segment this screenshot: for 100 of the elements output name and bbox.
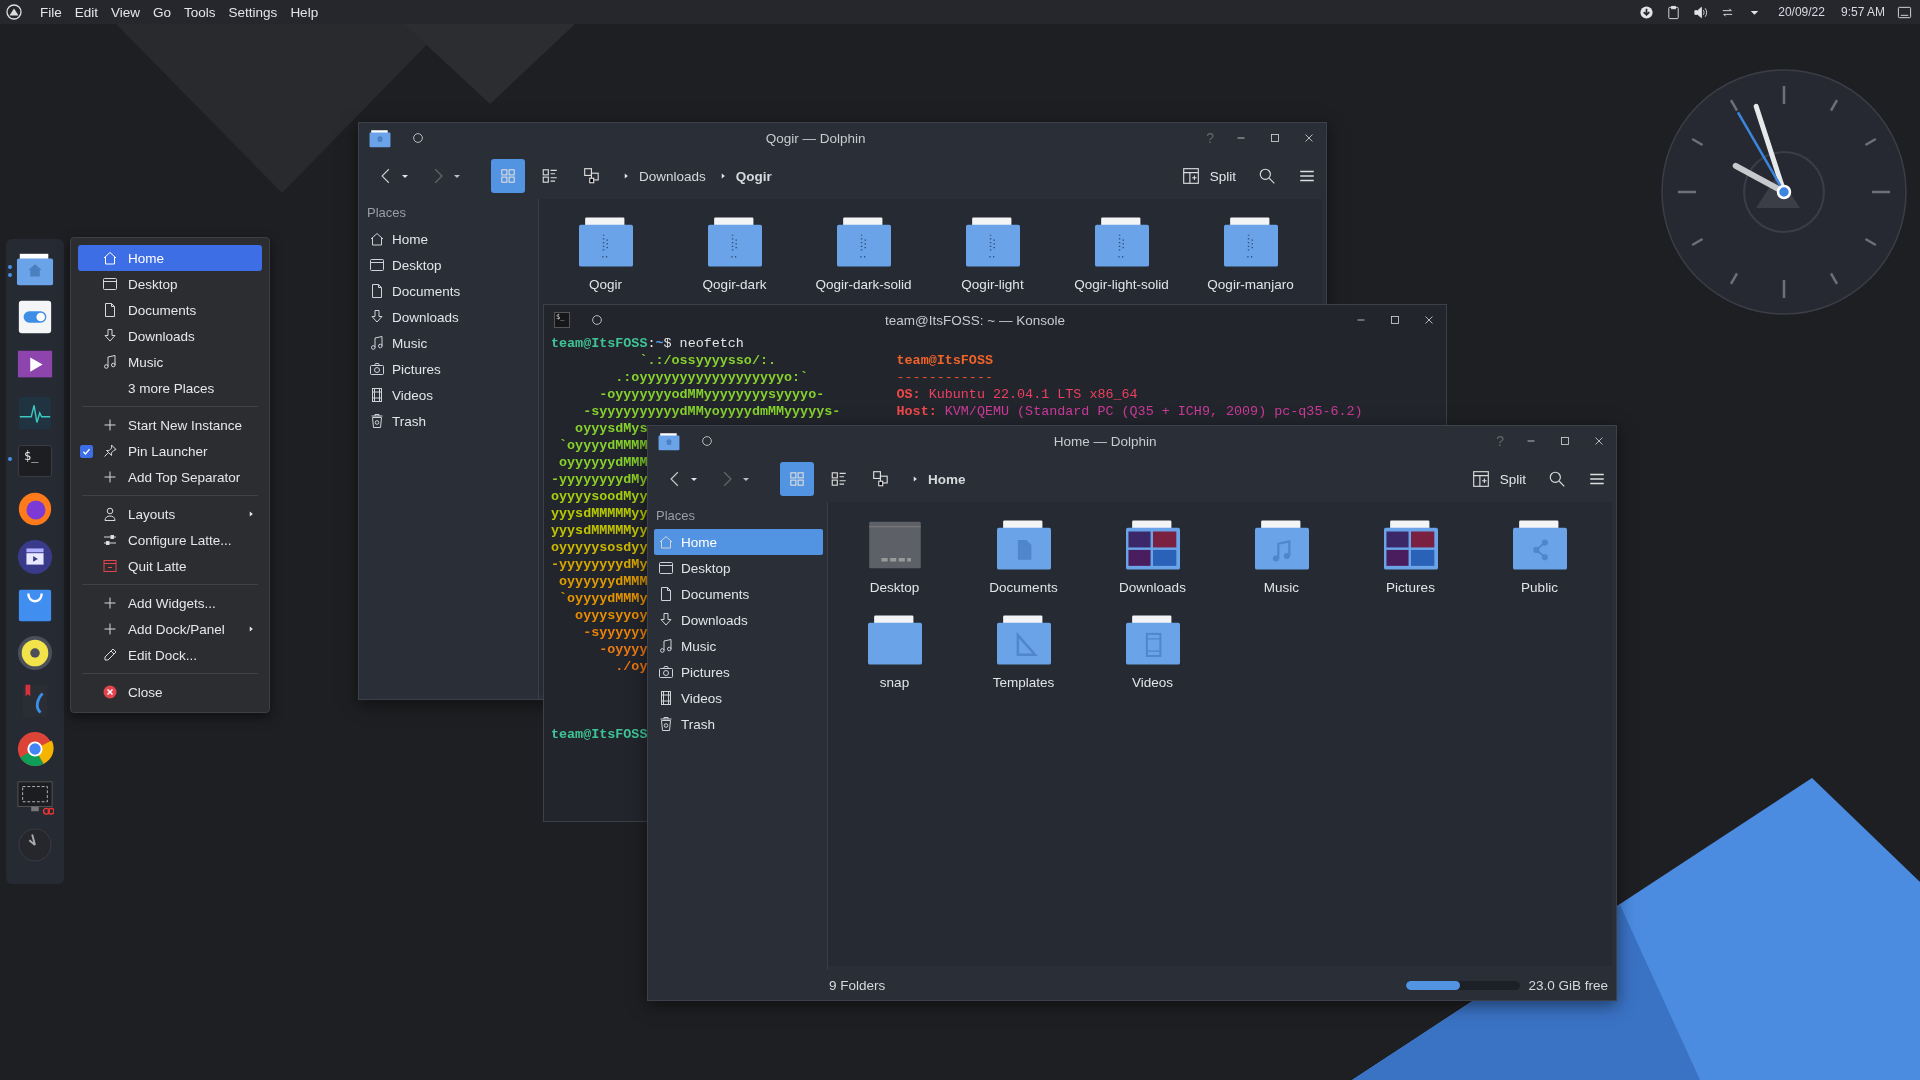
- menu-item[interactable]: Music: [78, 349, 262, 375]
- menu-item[interactable]: Downloads: [78, 323, 262, 349]
- grid-view-icon: [788, 470, 806, 488]
- menu-bar-item[interactable]: Help: [290, 4, 319, 20]
- ascii-art-line: -oyyyy: [598, 641, 648, 658]
- music-note-icon: [102, 354, 118, 370]
- sidebar-item[interactable]: Pictures: [654, 659, 823, 685]
- sidebar-item[interactable]: Videos: [654, 685, 823, 711]
- sidebar-item[interactable]: Documents: [365, 278, 534, 304]
- menu-item[interactable]: Home: [78, 245, 262, 271]
- menu-bar-item[interactable]: Go: [153, 4, 172, 20]
- menu-item[interactable]: Start New Instance: [78, 412, 262, 438]
- sidebar-item[interactable]: Home: [365, 226, 534, 252]
- ascii-art-line: oyyysyyoy: [574, 607, 648, 624]
- maximize-button[interactable]: [1388, 313, 1402, 327]
- browser-icon[interactable]: [16, 730, 54, 768]
- menu-item[interactable]: Layouts: [78, 501, 262, 527]
- pin-icon[interactable]: [411, 131, 425, 145]
- speaker-icon[interactable]: [16, 634, 54, 672]
- volume-icon[interactable]: [1693, 4, 1709, 20]
- folder-item[interactable]: Pictures: [1346, 518, 1475, 595]
- sidebar-item[interactable]: Videos: [365, 382, 534, 408]
- menu-item[interactable]: Quit Latte: [78, 553, 262, 579]
- folder-item[interactable]: Qogir-dark: [670, 215, 799, 292]
- menu-item[interactable]: Close: [78, 679, 262, 705]
- ascii-art-line: -yyyyyyyydMy: [551, 556, 648, 573]
- folder-item[interactable]: Downloads: [1088, 518, 1217, 595]
- sidebar-item[interactable]: Desktop: [654, 555, 823, 581]
- menu-item[interactable]: Documents: [78, 297, 262, 323]
- menu-item[interactable]: 3 more Places: [78, 375, 262, 401]
- menu-bar-item[interactable]: View: [111, 4, 141, 20]
- clock-label[interactable]: 9:57 AM: [1840, 5, 1885, 19]
- camera-icon: [369, 361, 385, 377]
- date-label[interactable]: 20/09/22: [1778, 5, 1825, 19]
- menu-item[interactable]: Desktop: [78, 271, 262, 297]
- folder-item[interactable]: Qogir: [541, 215, 670, 292]
- folder-item[interactable]: Templates: [959, 613, 1088, 690]
- screen-capture-icon[interactable]: [16, 778, 54, 816]
- menu-item[interactable]: Pin Launcher: [78, 438, 262, 464]
- show-desktop-icon[interactable]: [1897, 4, 1912, 20]
- heartbeat-graph-icon[interactable]: [16, 394, 54, 432]
- folder-item[interactable]: Music: [1217, 518, 1346, 595]
- menu-item[interactable]: Add Top Separator: [78, 464, 262, 490]
- search-button[interactable]: [1258, 167, 1276, 185]
- menu-item[interactable]: Add Dock/Panel: [78, 616, 262, 642]
- download-icon[interactable]: [1639, 4, 1655, 20]
- sidebar-item[interactable]: Documents: [654, 581, 823, 607]
- toggle-switch-icon[interactable]: [16, 298, 54, 336]
- sidebar-item[interactable]: Pictures: [365, 356, 534, 382]
- folder-item[interactable]: Qogir-light-solid: [1057, 215, 1186, 292]
- menu-item[interactable]: Edit Dock...: [78, 642, 262, 668]
- folder-item[interactable]: Public: [1475, 518, 1604, 595]
- sidebar-item[interactable]: Downloads: [365, 304, 534, 330]
- folder-icon: [658, 431, 680, 451]
- folder-item[interactable]: Qogir-dark-solid: [799, 215, 928, 292]
- pin-icon[interactable]: [590, 313, 604, 327]
- folder-item[interactable]: Videos: [1088, 613, 1217, 690]
- clipboard-icon[interactable]: [1666, 4, 1682, 20]
- menu-bar-item[interactable]: File: [40, 4, 62, 20]
- document-icon: [658, 586, 674, 602]
- ascii-art-line: oyyyyyydMMM: [558, 573, 648, 590]
- menu-item[interactable]: Configure Latte...: [78, 527, 262, 553]
- search-button[interactable]: [1548, 470, 1566, 488]
- sidebar-item[interactable]: Music: [365, 330, 534, 356]
- clock-icon[interactable]: [16, 826, 54, 864]
- sidebar-item[interactable]: Trash: [365, 408, 534, 434]
- maximize-button[interactable]: [1558, 434, 1572, 448]
- system-info-line: OS: Kubuntu 22.04.1 LTS x86_64: [896, 386, 1138, 403]
- ascii-art-line: yyysdMMMMMyy: [551, 505, 648, 522]
- folder-item[interactable]: Desktop: [830, 518, 959, 595]
- sidebar-item[interactable]: Music: [654, 633, 823, 659]
- sidebar-item[interactable]: Desktop: [365, 252, 534, 278]
- folder-item[interactable]: Qogir-light: [928, 215, 1057, 292]
- sidebar-item[interactable]: Downloads: [654, 607, 823, 633]
- pin-icon[interactable]: [700, 434, 714, 448]
- menu-bar-item[interactable]: Edit: [74, 4, 99, 20]
- folder-item[interactable]: snap: [830, 613, 959, 690]
- trash-icon: [369, 413, 385, 429]
- clapperboard-icon[interactable]: [16, 538, 54, 576]
- maximize-button[interactable]: [1268, 131, 1282, 145]
- menu-bar-item[interactable]: Tools: [184, 4, 216, 20]
- sidebar-item[interactable]: Trash: [654, 711, 823, 737]
- ascii-art-line: -syyyyyyyyyydMMyoyyyydmMMyyyyys-: [582, 403, 841, 420]
- terminal-icon[interactable]: $_: [18, 445, 52, 477]
- split-button[interactable]: Split: [1465, 466, 1532, 492]
- ascii-art-line: yyysdMMMMMyy: [551, 522, 648, 539]
- breadcrumb-item[interactable]: Downloads: [639, 168, 706, 184]
- desktop-icon: [658, 560, 674, 576]
- home-icon: [369, 231, 385, 247]
- folder-item[interactable]: Qogir-manjaro: [1186, 215, 1315, 292]
- menu-item[interactable]: Add Widgets...: [78, 590, 262, 616]
- mountain-logo-icon[interactable]: [6, 4, 22, 20]
- checkbox[interactable]: [80, 444, 93, 458]
- breadcrumb-item[interactable]: Qogir: [735, 168, 772, 184]
- ascii-art-line: .:oyyyyyyyyyyyyyyyyyyo:`: [614, 369, 809, 386]
- person-icon: [102, 506, 118, 522]
- split-button[interactable]: Split: [1175, 163, 1242, 189]
- menu-bar-item[interactable]: Settings: [228, 4, 278, 20]
- folder-item[interactable]: Documents: [959, 518, 1088, 595]
- breadcrumb-item[interactable]: Home: [928, 471, 966, 487]
